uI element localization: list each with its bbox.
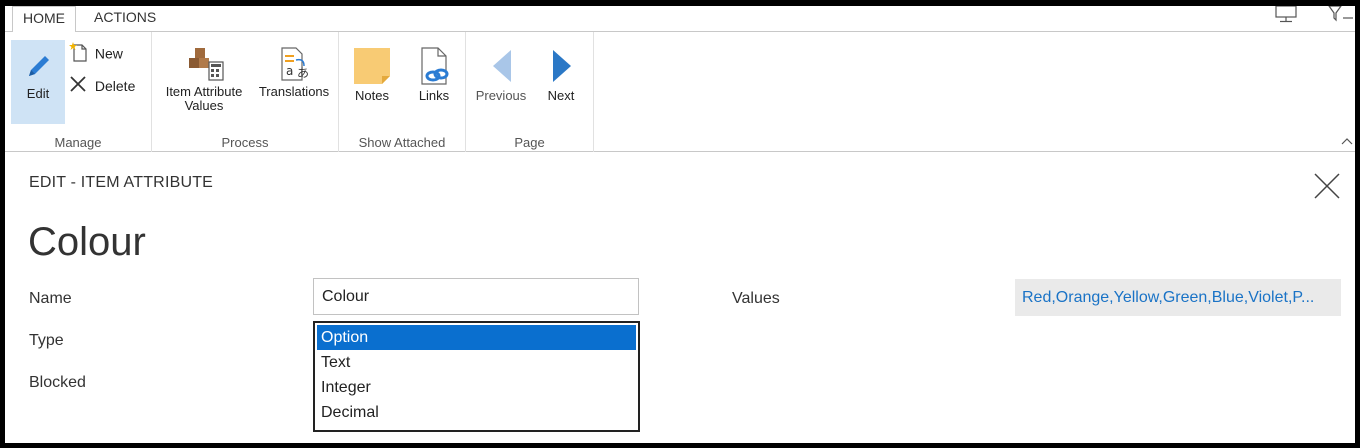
ribbon-group-page: Previous Next Page bbox=[466, 32, 594, 152]
type-option-integer[interactable]: Integer bbox=[315, 375, 638, 400]
filter-icon[interactable] bbox=[1327, 6, 1355, 24]
ribbon: Edit New Delete Manage Item Attribute Va… bbox=[5, 32, 1355, 152]
next-button[interactable]: Next bbox=[536, 46, 586, 126]
item-attribute-values-label-2: Values bbox=[184, 98, 224, 113]
type-option-option[interactable]: Option bbox=[317, 325, 636, 350]
edit-label: Edit bbox=[26, 86, 50, 101]
window-frame: HOME ACTIONS Edit New Delete Manage Item… bbox=[0, 0, 1360, 448]
pencil-icon bbox=[29, 56, 49, 76]
ribbon-group-process: Item Attribute Values a あ Translations P… bbox=[152, 32, 339, 152]
ribbon-group-manage: Edit New Delete Manage bbox=[5, 32, 152, 152]
type-option-text[interactable]: Text bbox=[315, 350, 638, 375]
item-attribute-values-button[interactable]: Item Attribute Values bbox=[158, 46, 250, 126]
group-label-process: Process bbox=[221, 135, 269, 150]
collapse-ribbon-icon[interactable] bbox=[1341, 137, 1353, 145]
blocked-label: Blocked bbox=[29, 374, 86, 391]
links-button[interactable]: Links bbox=[409, 46, 459, 126]
new-button[interactable]: New bbox=[69, 42, 123, 64]
tab-actions[interactable]: ACTIONS bbox=[84, 6, 166, 32]
translations-icon: a あ bbox=[281, 47, 309, 81]
edit-button[interactable]: Edit bbox=[11, 40, 65, 124]
translations-label: Translations bbox=[258, 84, 330, 99]
screen-share-icon[interactable] bbox=[1273, 6, 1299, 24]
item-attribute-values-icon bbox=[189, 48, 224, 81]
previous-button[interactable]: Previous bbox=[470, 46, 532, 126]
svg-text:a: a bbox=[286, 64, 293, 78]
notes-button[interactable]: Notes bbox=[347, 46, 397, 126]
next-label: Next bbox=[547, 88, 575, 103]
close-icon[interactable] bbox=[1313, 172, 1341, 200]
values-label: Values bbox=[732, 290, 780, 307]
next-arrow-icon bbox=[553, 50, 571, 82]
link-document-icon bbox=[421, 47, 449, 85]
delete-x-icon bbox=[69, 75, 91, 99]
type-dropdown-list[interactable]: Option Text Integer Decimal bbox=[313, 321, 640, 432]
name-label: Name bbox=[29, 290, 72, 307]
translations-button[interactable]: a あ Translations bbox=[254, 46, 334, 126]
new-label: New bbox=[94, 45, 123, 62]
type-option-decimal[interactable]: Decimal bbox=[315, 400, 638, 425]
note-icon bbox=[354, 48, 390, 84]
delete-label: Delete bbox=[94, 78, 136, 94]
delete-button[interactable]: Delete bbox=[69, 75, 135, 97]
ribbon-tabs: HOME ACTIONS bbox=[5, 6, 1355, 33]
previous-label: Previous bbox=[475, 88, 527, 103]
links-label: Links bbox=[418, 88, 450, 103]
tab-home[interactable]: HOME bbox=[12, 6, 76, 33]
type-label: Type bbox=[29, 332, 64, 349]
notes-label: Notes bbox=[355, 88, 389, 103]
item-attribute-values-label-1: Item Attribute bbox=[165, 84, 243, 99]
new-document-icon bbox=[69, 42, 91, 68]
group-label-page: Page bbox=[514, 135, 545, 150]
page-title: Colour bbox=[28, 220, 146, 264]
svg-text:あ: あ bbox=[297, 66, 309, 80]
previous-arrow-icon bbox=[493, 50, 511, 82]
name-field[interactable] bbox=[313, 278, 639, 315]
group-label-manage: Manage bbox=[54, 135, 102, 150]
ribbon-group-show-attached: Notes Links Show Attached bbox=[339, 32, 466, 152]
page-caption: EDIT - ITEM ATTRIBUTE bbox=[29, 174, 214, 191]
values-field[interactable]: Red,Orange,Yellow,Green,Blue,Violet,P... bbox=[1015, 279, 1341, 316]
group-label-show-attached: Show Attached bbox=[358, 135, 446, 150]
